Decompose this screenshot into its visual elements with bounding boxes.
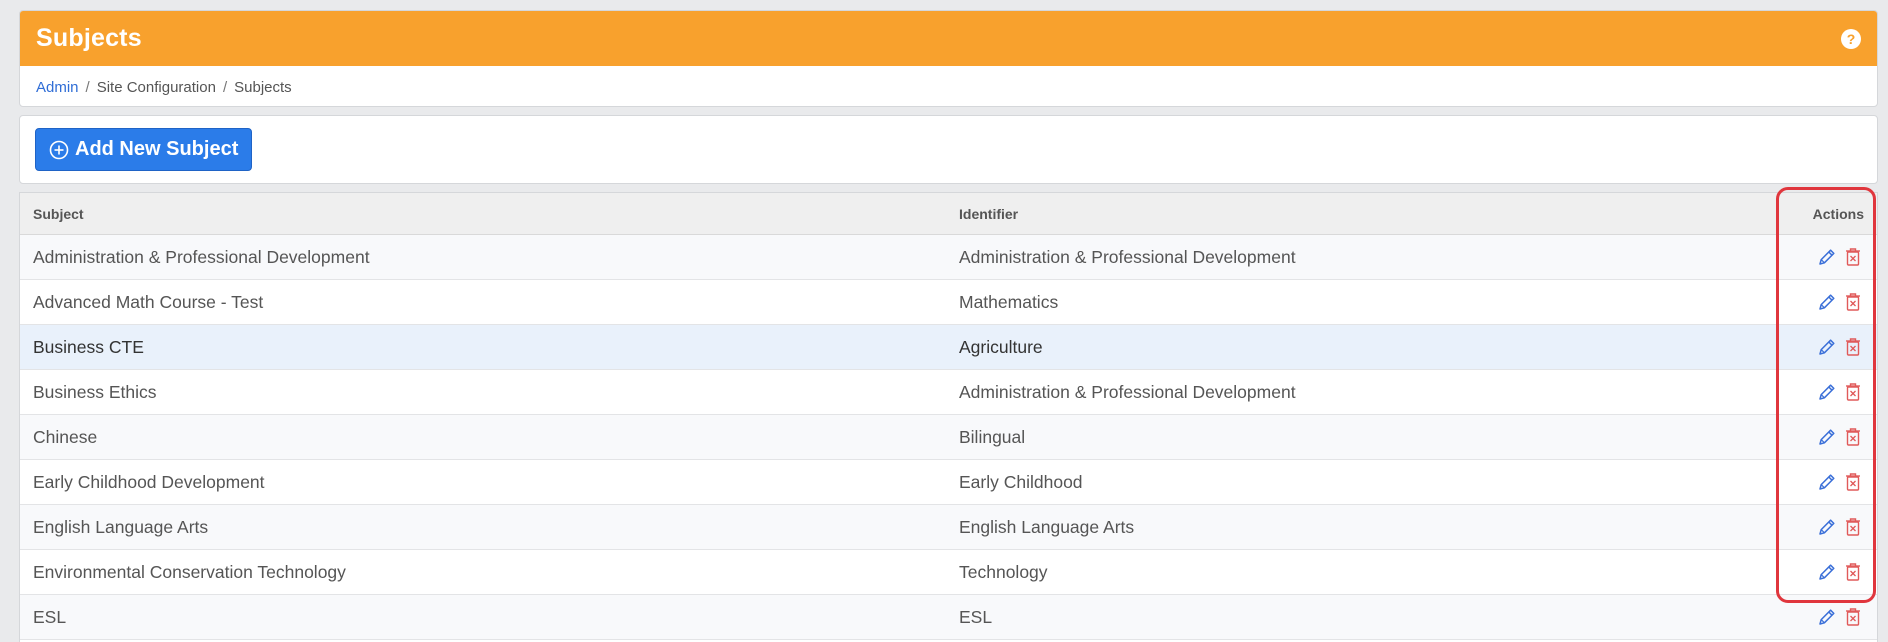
trash-icon[interactable] xyxy=(1845,337,1861,357)
pencil-icon[interactable] xyxy=(1817,337,1837,357)
identifier-cell: English Language Arts xyxy=(959,516,1135,537)
trash-icon[interactable] xyxy=(1845,247,1861,267)
identifier-cell: Technology xyxy=(959,561,1048,582)
pencil-icon[interactable] xyxy=(1817,472,1837,492)
help-icon[interactable]: ? xyxy=(1841,28,1861,49)
subject-cell: Advanced Math Course - Test xyxy=(33,291,264,312)
header-bar: Subjects ? xyxy=(20,11,1877,66)
table-row[interactable]: ESL ESL xyxy=(20,595,1877,640)
trash-icon[interactable] xyxy=(1845,562,1861,582)
table-header: Subject Identifier Actions xyxy=(20,193,1877,235)
breadcrumb-separator: / xyxy=(222,78,228,96)
pencil-icon[interactable] xyxy=(1817,607,1837,627)
actions-cell xyxy=(1759,292,1877,312)
pencil-icon[interactable] xyxy=(1817,292,1837,312)
breadcrumb-subjects: Subjects xyxy=(234,78,292,96)
column-header-subject[interactable]: Subject xyxy=(20,206,959,222)
page: Subjects ? Admin / Site Configuration / … xyxy=(0,0,1888,642)
column-header-identifier[interactable]: Identifier xyxy=(959,206,1759,222)
pencil-icon[interactable] xyxy=(1817,562,1837,582)
table-row[interactable]: Advanced Math Course - Test Mathematics xyxy=(20,280,1877,325)
table-row[interactable]: English Language Arts English Language A… xyxy=(20,505,1877,550)
table-row[interactable]: Early Childhood Development Early Childh… xyxy=(20,460,1877,505)
actions-cell xyxy=(1759,562,1877,582)
table-row[interactable]: Environmental Conservation Technology Te… xyxy=(20,550,1877,595)
pencil-icon[interactable] xyxy=(1817,427,1837,447)
pencil-icon[interactable] xyxy=(1817,247,1837,267)
add-new-subject-label: Add New Subject xyxy=(75,138,239,160)
identifier-cell: Administration & Professional Developmen… xyxy=(959,381,1296,402)
subject-cell: English Language Arts xyxy=(33,516,209,537)
trash-icon[interactable] xyxy=(1845,427,1861,447)
trash-icon[interactable] xyxy=(1845,382,1861,402)
plus-circle-icon xyxy=(49,140,69,160)
actions-cell xyxy=(1759,382,1877,402)
add-new-subject-button[interactable]: Add New Subject xyxy=(35,128,253,171)
identifier-cell: Mathematics xyxy=(959,291,1059,312)
pencil-icon[interactable] xyxy=(1817,517,1837,537)
actions-cell xyxy=(1759,517,1877,537)
breadcrumb-admin-link[interactable]: Admin xyxy=(36,79,79,96)
identifier-cell: Early Childhood xyxy=(959,471,1083,492)
trash-icon[interactable] xyxy=(1845,292,1861,312)
subject-cell: Chinese xyxy=(33,426,98,447)
subject-cell: Business Ethics xyxy=(33,381,157,402)
table-row[interactable]: Chinese Bilingual xyxy=(20,415,1877,460)
trash-icon[interactable] xyxy=(1845,607,1861,627)
table-row[interactable]: Administration & Professional Developmen… xyxy=(20,235,1877,280)
breadcrumb: Admin / Site Configuration / Subjects xyxy=(20,66,1877,106)
actions-cell xyxy=(1759,247,1877,267)
trash-icon[interactable] xyxy=(1845,472,1861,492)
column-header-actions: Actions xyxy=(1812,205,1864,222)
table-row[interactable]: Business Ethics Administration & Profess… xyxy=(20,370,1877,415)
actions-cell xyxy=(1759,607,1877,627)
actions-cell xyxy=(1759,472,1877,492)
actions-cell xyxy=(1759,427,1877,447)
actions-cell xyxy=(1759,337,1877,357)
breadcrumb-site-configuration: Site Configuration xyxy=(96,78,216,96)
subject-cell: Business CTE xyxy=(33,336,144,357)
page-header: Subjects ? Admin / Site Configuration / … xyxy=(19,10,1878,107)
subject-cell: ESL xyxy=(33,606,67,627)
identifier-cell: Administration & Professional Developmen… xyxy=(959,246,1296,267)
identifier-cell: Agriculture xyxy=(959,336,1043,357)
pencil-icon[interactable] xyxy=(1817,382,1837,402)
subjects-table: Subject Identifier Actions Administratio… xyxy=(19,192,1878,642)
subject-cell: Early Childhood Development xyxy=(33,471,265,492)
table-row[interactable]: Business CTE Agriculture xyxy=(20,325,1877,370)
toolbar: Add New Subject xyxy=(19,115,1878,184)
table-body: Administration & Professional Developmen… xyxy=(20,235,1877,640)
subject-cell: Environmental Conservation Technology xyxy=(33,561,346,582)
identifier-cell: Bilingual xyxy=(959,426,1026,447)
page-title: Subjects xyxy=(36,24,142,52)
subject-cell: Administration & Professional Developmen… xyxy=(33,246,370,267)
trash-icon[interactable] xyxy=(1845,517,1861,537)
breadcrumb-separator: / xyxy=(85,78,90,96)
identifier-cell: ESL xyxy=(959,606,993,627)
